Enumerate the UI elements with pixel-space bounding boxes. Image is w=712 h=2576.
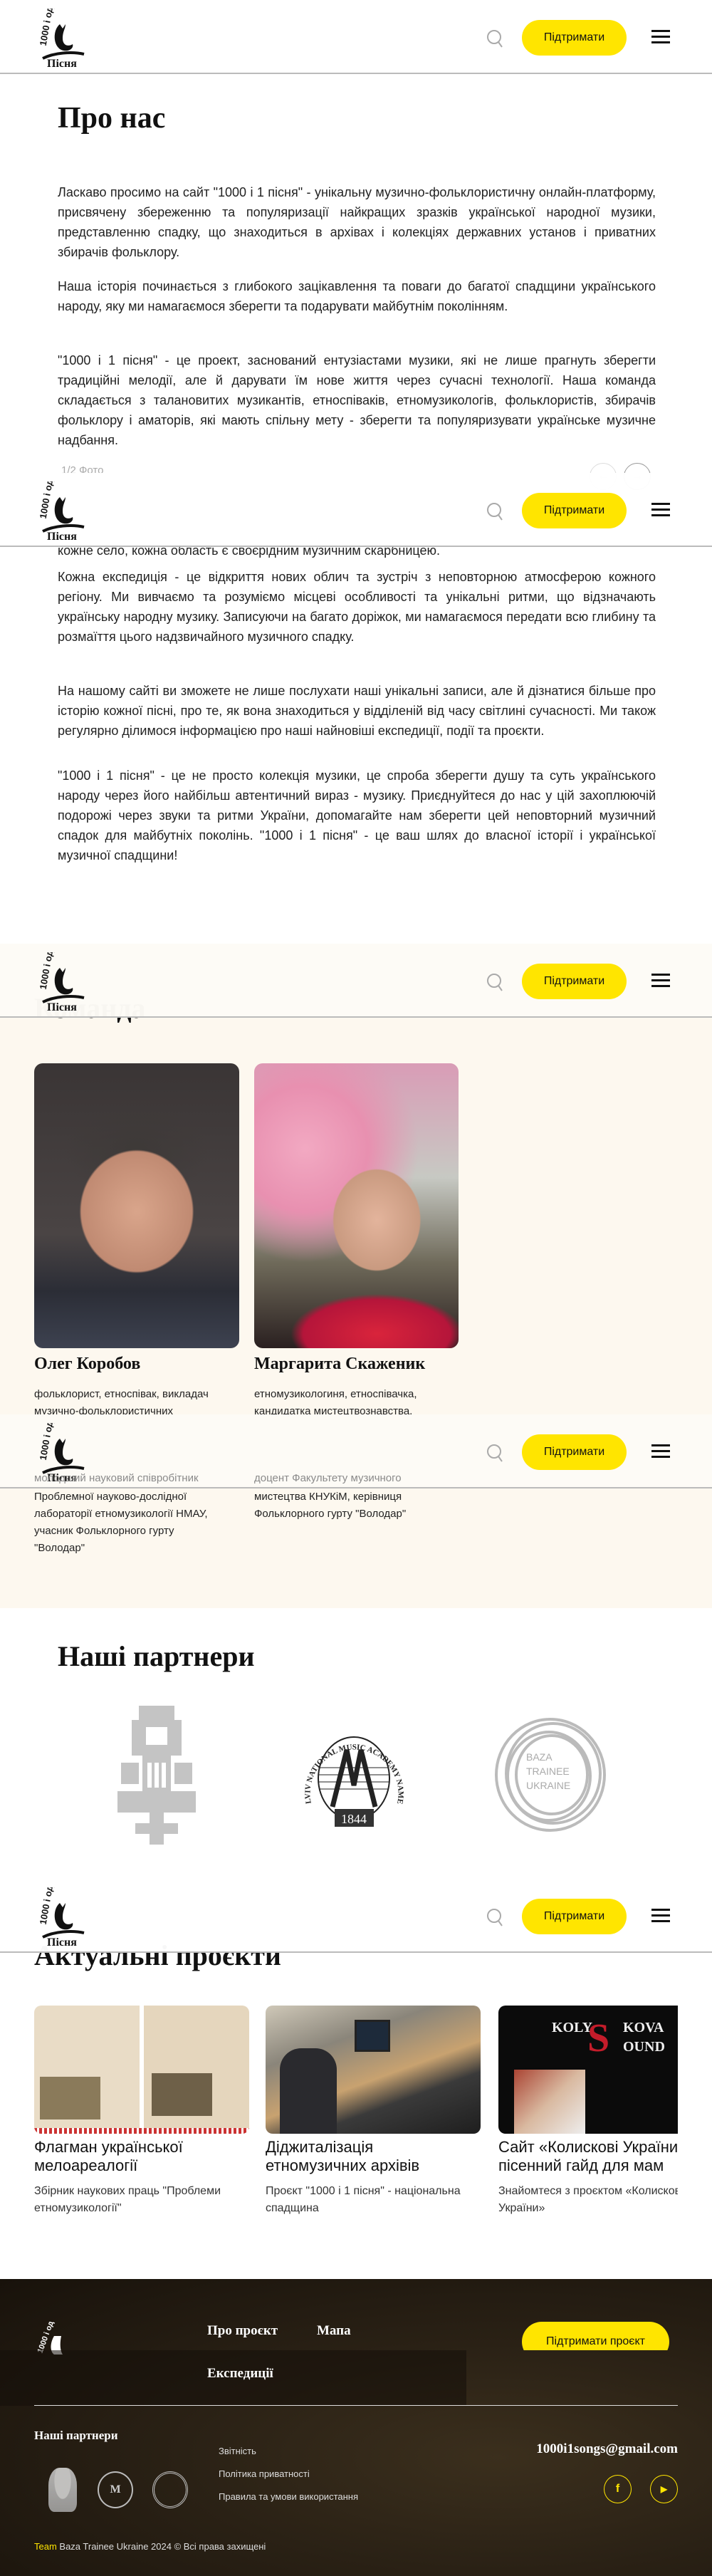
logo-text: Пісня [47,531,77,541]
svg-text:1844: 1844 [341,1812,367,1826]
footer-partners-title: Наші партнери [34,2429,118,2442]
member-role: мистецтва КНУКіМ, керівниця Фольклорного … [254,1491,407,1520]
partner-logo-ornament[interactable] [117,1706,196,1845]
svg-text:TRAINEE: TRAINEE [526,1766,570,1777]
footer-email[interactable]: 1000i1songs@gmail.com [536,2441,678,2457]
search-icon[interactable] [486,28,503,48]
support-button[interactable]: Підтримати [522,1899,627,1934]
footer-partner-logo-ornament[interactable] [48,2468,77,2512]
team-photo-oleh [34,1063,239,1348]
project-title[interactable]: Діджиталізація етномузичних архівів [266,2138,481,2175]
member-role: Проблемної науково-дослідної лабораторії … [34,1491,208,1554]
hamburger-menu-icon[interactable] [651,1444,670,1459]
logo-text: 1000 і одна [38,9,57,46]
site-header: 1000 і одна Пісня Підтримати [0,1879,712,1953]
footer-partner-logo-academy[interactable]: M [98,2471,133,2508]
hamburger-menu-icon[interactable] [651,974,670,988]
page-title: Про нас [58,102,166,135]
hamburger-menu-icon[interactable] [651,503,670,517]
footer-nav-about[interactable]: Про проєкт [207,2323,278,2339]
project-description: Знайомтеся з проєктом «Колискові України» [498,2185,678,2214]
footer-divider [34,2405,678,2406]
project-description: Проєкт "1000 і 1 пісня" - національна спа… [266,2185,461,2214]
hamburger-menu-icon[interactable] [651,1909,670,1923]
partners-title: Наші партнери [58,1640,255,1672]
facebook-icon[interactable]: f [604,2475,632,2503]
support-button[interactable]: Підтримати [522,493,627,528]
about-paragraph: Наша історія починається з глибокого зац… [58,279,656,313]
support-button[interactable]: Підтримати [522,20,627,56]
logo-text: Пісня [47,1936,77,1947]
project-image-meloareology[interactable] [34,2006,249,2134]
youtube-icon[interactable]: ▶ [650,2475,678,2503]
footer-nav-expeditions[interactable]: Експедиції [207,2366,273,2382]
hamburger-menu-icon[interactable] [651,30,670,44]
site-logo[interactable]: 1000 і одна Пісня [33,952,93,1012]
about-paragraph: На нашому сайті ви зможете не лише послу… [58,684,656,738]
project-description: Збірник наукових праць "Проблеми етномузи… [34,2185,221,2214]
logo-text: Пісня [47,58,77,68]
site-header: 1000 і одна Пісня Підтримати [0,944,712,1018]
search-icon[interactable] [486,1443,503,1463]
about-paragraph: Ласкаво просимо на сайт "1000 і 1 пісня"… [58,185,656,259]
member-role-line: доцент Факультету музичного [254,1472,402,1484]
site-logo[interactable]: 1000 і одна Пісня [33,9,93,68]
partner-logo-lviv-academy[interactable]: LVIV NATIONAL MUSIC ACADEMY NAMED AFTER … [295,1718,413,1832]
team-photo-marharyta [254,1063,459,1348]
site-logo[interactable]: 1000 і одна Пісня [33,481,93,541]
about-paragraph: "1000 і 1 пісня" - це не просто колекція… [58,768,656,862]
support-button[interactable]: Підтримати [522,1434,627,1470]
logo-text: 1000 і одна [38,952,57,990]
search-icon[interactable] [486,501,503,521]
search-icon[interactable] [486,972,503,992]
footer-link-terms[interactable]: Правила та умови використання [219,2491,358,2502]
footer-partner-logo-baza[interactable] [152,2471,188,2508]
member-name: Олег Коробов [34,1355,141,1373]
about-paragraph: "1000 і 1 пісня" - це проект, заснований… [58,353,656,447]
project-title[interactable]: Флагман української мелоареалогії [34,2138,249,2175]
svg-text:BAZA: BAZA [526,1751,553,1763]
footer-support-button[interactable]: Підтримати проєкт [522,2322,669,2350]
support-button[interactable]: Підтримати [522,964,627,999]
search-icon[interactable] [486,1907,503,1927]
member-role-line: молодший науковий співробітник [34,1472,199,1484]
site-header: 1000 і одна Пісня Підтримати [0,473,712,547]
footer-link-reports[interactable]: Звітність [219,2446,256,2456]
project-image-digitization[interactable] [266,2006,481,2134]
site-header: 1000 і одна Пісня Підтримати [0,0,712,74]
copyright: Team Baza Trainee Ukraine 2024 © Всі пра… [34,2541,266,2552]
project-image-lullabies[interactable]: KOLY S KOVA OUND [498,2006,678,2134]
site-logo[interactable]: 1000 і одна Пісня [33,1887,93,1947]
logo-text: 1000 і одна [38,481,57,519]
logo-text: 1000 і одна [38,1887,57,1925]
member-name: Маргарита Скаженик [254,1355,426,1373]
logo-text: Пісня [47,1001,77,1012]
partner-logo-baza-trainee[interactable]: BAZA TRAINEE UKRAINE [493,1716,607,1834]
footer-nav-map[interactable]: Мапа [317,2323,351,2339]
site-footer: 1000 і одна Про проєкт Мапа Підтримати п… [0,2279,712,2576]
footer-link-privacy[interactable]: Політика приватності [219,2468,310,2479]
logo-text: 1000 і одна [38,1423,57,1461]
about-paragraph: Кожна експедиція - це відкриття нових об… [58,570,656,644]
svg-text:UKRAINE: UKRAINE [526,1780,570,1791]
project-title[interactable]: Сайт «Колискові України пісенний гайд для… [498,2138,678,2175]
